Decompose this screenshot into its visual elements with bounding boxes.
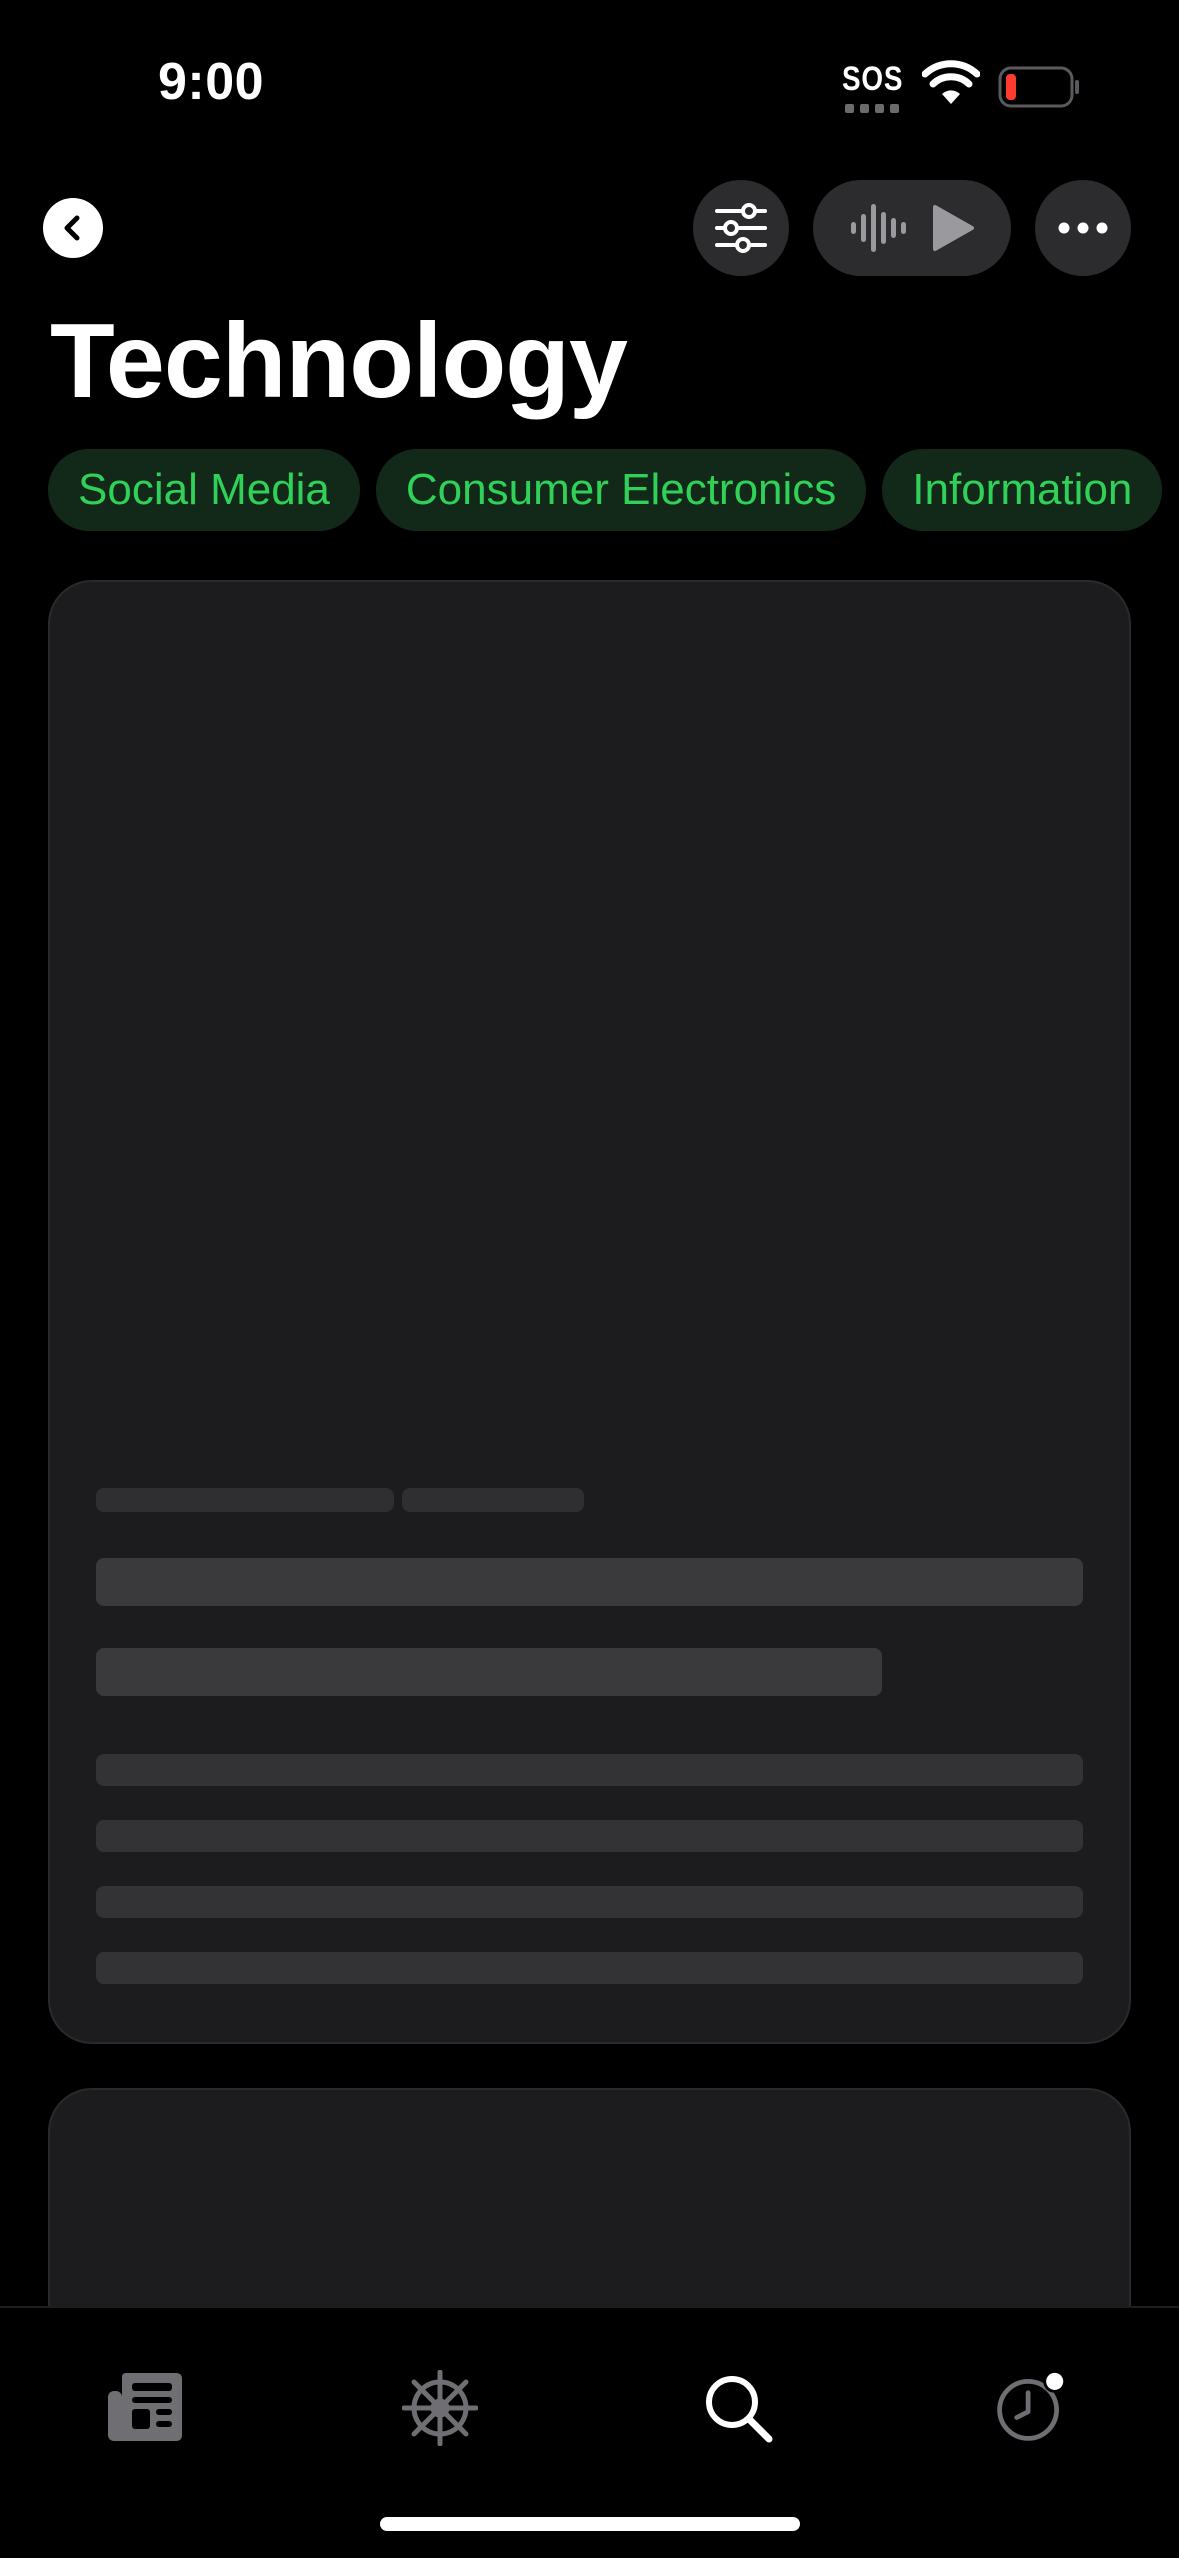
sos-indicator: SOS <box>842 60 904 98</box>
skeleton-headline-line <box>96 1648 882 1696</box>
tab-sports[interactable] <box>402 2370 478 2446</box>
topic-chips: Social Media Consumer Electronics Inform… <box>48 449 1163 531</box>
skeleton-source <box>96 1488 394 1512</box>
home-indicator <box>380 2517 800 2531</box>
tab-search[interactable] <box>700 2370 776 2446</box>
skeleton-body-line <box>96 1754 1083 1786</box>
story-card-placeholder[interactable] <box>48 580 1131 2044</box>
play-icon <box>933 205 974 251</box>
tab-history[interactable] <box>992 2370 1068 2446</box>
more-button[interactable] <box>1035 180 1131 276</box>
battery-icon <box>998 66 1079 108</box>
back-button[interactable] <box>43 198 103 258</box>
waveform-icon <box>851 204 906 252</box>
search-icon <box>706 2376 773 2443</box>
news-icon <box>108 2373 182 2441</box>
page-title: Technology <box>50 302 628 420</box>
chip-consumer-electronics[interactable]: Consumer Electronics <box>375 449 867 531</box>
tab-news[interactable] <box>108 2370 184 2446</box>
skeleton-body-line <box>96 1952 1083 1984</box>
notification-dot <box>1046 2372 1064 2390</box>
chevron-left-icon <box>64 215 80 241</box>
skeleton-headline-line <box>96 1558 1083 1606</box>
sports-wheel-icon <box>402 2370 478 2446</box>
listen-button[interactable] <box>813 180 1011 276</box>
status-time: 9:00 <box>158 53 265 111</box>
history-icon <box>997 2370 1067 2441</box>
skeleton-body-line <box>96 1820 1083 1852</box>
filter-button[interactable] <box>693 180 789 276</box>
sliders-icon <box>715 203 767 253</box>
skeleton-time <box>402 1488 584 1512</box>
ellipsis-icon <box>1058 222 1108 234</box>
chip-social-media[interactable]: Social Media <box>48 449 360 531</box>
wifi-icon <box>922 60 980 104</box>
chip-information[interactable]: Information <box>882 449 1163 531</box>
skeleton-body-line <box>96 1886 1083 1918</box>
signal-dots-icon <box>845 104 899 113</box>
